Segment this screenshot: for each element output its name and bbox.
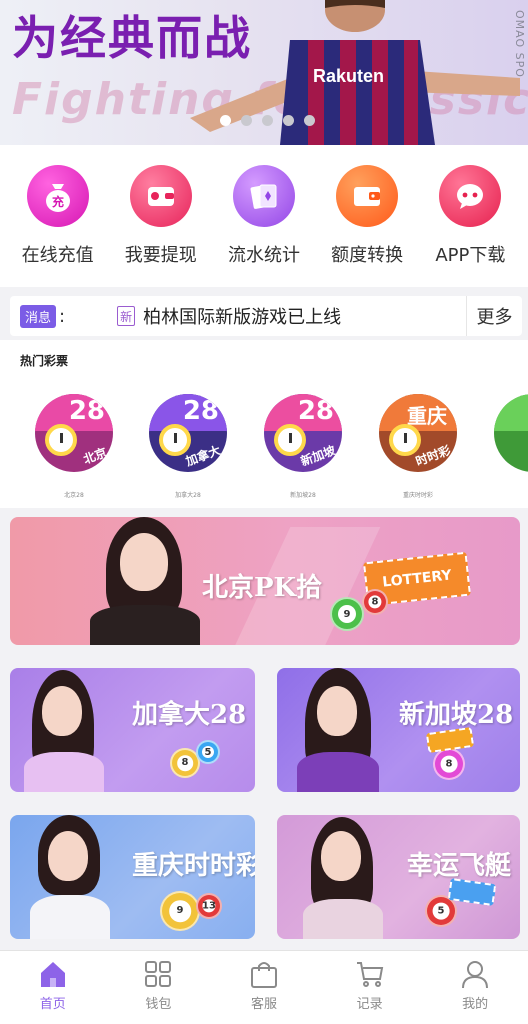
lottery-item-singapore28[interactable]: 28 新加坡 新加坡28 [263,394,343,499]
action-label: APP下载 [435,245,506,266]
carousel-dot[interactable] [241,115,252,126]
action-transfer[interactable]: 额度转换 [317,165,417,287]
promo-card-pk10[interactable]: 北京PK拾 LOTTERY 9 8 [10,517,520,645]
tab-records[interactable]: 记录 [317,951,423,1024]
lottery-item-canada28[interactable]: 28 加拿大 加拿大28 [148,394,228,499]
tab-mine[interactable]: 我的 [422,951,528,1024]
lottery-ball-icon: 8 [362,589,388,615]
action-label: 我要提现 [124,245,197,266]
shopping-bag-icon [249,959,279,989]
action-label: 流水统计 [227,245,300,266]
chat-app-icon [439,165,502,227]
lottery-ball-icon: 28 加拿大 [149,394,227,472]
quick-actions: 充 在线充值 我要提现 流水统计 额度转换 APP下载 [0,145,528,287]
home-icon [38,959,68,989]
promo-card-singapore28[interactable]: 新加坡28 8 [277,668,520,792]
tab-home[interactable]: 首页 [0,951,106,1024]
cards-icon [232,165,295,227]
tab-label: 记录 [356,997,383,1012]
lottery-ball-icon: 28 北京 [35,394,113,472]
lottery-ball-icon: 28 新加坡 [264,394,342,472]
carousel-dot[interactable] [262,115,273,126]
section-title: 热门彩票 [20,354,69,368]
action-withdraw[interactable]: 我要提现 [111,165,211,287]
model-image [18,668,108,792]
action-label: 在线充值 [21,245,94,266]
wallet-icon [129,165,192,227]
lottery-ball-icon: 8 [433,748,465,780]
jersey-text: Rakuten [313,66,384,86]
action-label: 额度转换 [331,245,404,266]
hot-lottery-section: 热门彩票 28 北京 北京28 28 加拿大 加拿大28 28 新加坡 新加坡2… [0,340,528,508]
tab-service[interactable]: 客服 [211,951,317,1024]
notice-colon: : [59,305,66,327]
grid-icon [143,959,173,989]
tab-label: 客服 [250,997,277,1012]
notice-bar[interactable]: 消息 : 新 柏林国际新版游戏已上线 更多 [10,296,522,336]
lottery-caption: 重庆时时彩 [402,492,433,499]
lottery-item-beijing28[interactable]: 28 北京 北京28 [34,394,114,499]
card-title: 加拿大28 [132,700,247,730]
carousel-dots[interactable] [220,115,315,126]
lottery-ticket-icon [447,877,497,907]
card-title: 幸运飞艇 [407,851,512,881]
model-image [24,815,114,939]
promo-card-canada28[interactable]: 加拿大28 8 5 [10,668,255,792]
lottery-ball-icon: 13 [196,893,222,919]
lottery-item-partial[interactable] [494,394,528,472]
hero-banner[interactable]: 为经典而战 Fighting for Classics Rakuten OMAO… [0,0,528,145]
lottery-ball-icon: 9 [160,891,200,931]
model-image [297,815,387,939]
svg-text:充: 充 [52,194,64,209]
promo-card-lucky-airship[interactable]: 幸运飞艇 5 [277,815,520,939]
carousel-dot[interactable] [283,115,294,126]
app-root: 为经典而战 Fighting for Classics Rakuten OMAO… [0,0,528,1024]
action-recharge[interactable]: 充 在线充值 [8,165,108,287]
lottery-ball-icon: 重庆 时时彩 [379,394,457,472]
lottery-ball-icon: 5 [196,740,220,764]
carousel-dot[interactable] [220,115,231,126]
carousel-dot[interactable] [304,115,315,126]
lottery-caption: 加拿大28 [175,492,201,499]
lottery-item-chongqing-ssc[interactable]: 重庆 时时彩 重庆时时彩 [378,394,458,499]
tab-label: 钱包 [145,997,172,1012]
model-image [80,517,210,645]
promo-card-chongqing-ssc[interactable]: 重庆时时彩 9 13 [10,815,255,939]
banner-side-text: OMAO SPO [513,10,526,78]
notice-tag: 消息 [20,304,57,328]
tab-label: 我的 [462,997,489,1012]
lottery-caption: 新加坡28 [290,492,316,499]
money-bag-icon: 充 [26,165,89,227]
notice-message[interactable]: 柏林国际新版游戏已上线 [143,303,341,329]
card-title: 北京PK拾 [202,573,323,603]
model-image [289,668,385,792]
new-badge-icon: 新 [117,306,136,326]
card-title: 新加坡28 [399,700,514,730]
action-statistics[interactable]: 流水统计 [214,165,314,287]
tab-label: 首页 [39,997,66,1012]
action-app-download[interactable]: APP下载 [420,165,520,287]
lottery-caption: 北京28 [64,492,84,499]
cart-icon [355,959,385,989]
tab-wallet[interactable]: 钱包 [106,951,212,1024]
lottery-ball-icon: 9 [330,597,364,631]
more-button[interactable]: 更多 [466,296,522,336]
card-title: 重庆时时彩 [132,851,255,881]
user-icon [460,959,490,989]
bottom-tab-bar: 首页 钱包 客服 记录 我的 [0,950,528,1024]
lottery-ball-icon [494,394,528,472]
transfer-wallet-icon [336,165,399,227]
